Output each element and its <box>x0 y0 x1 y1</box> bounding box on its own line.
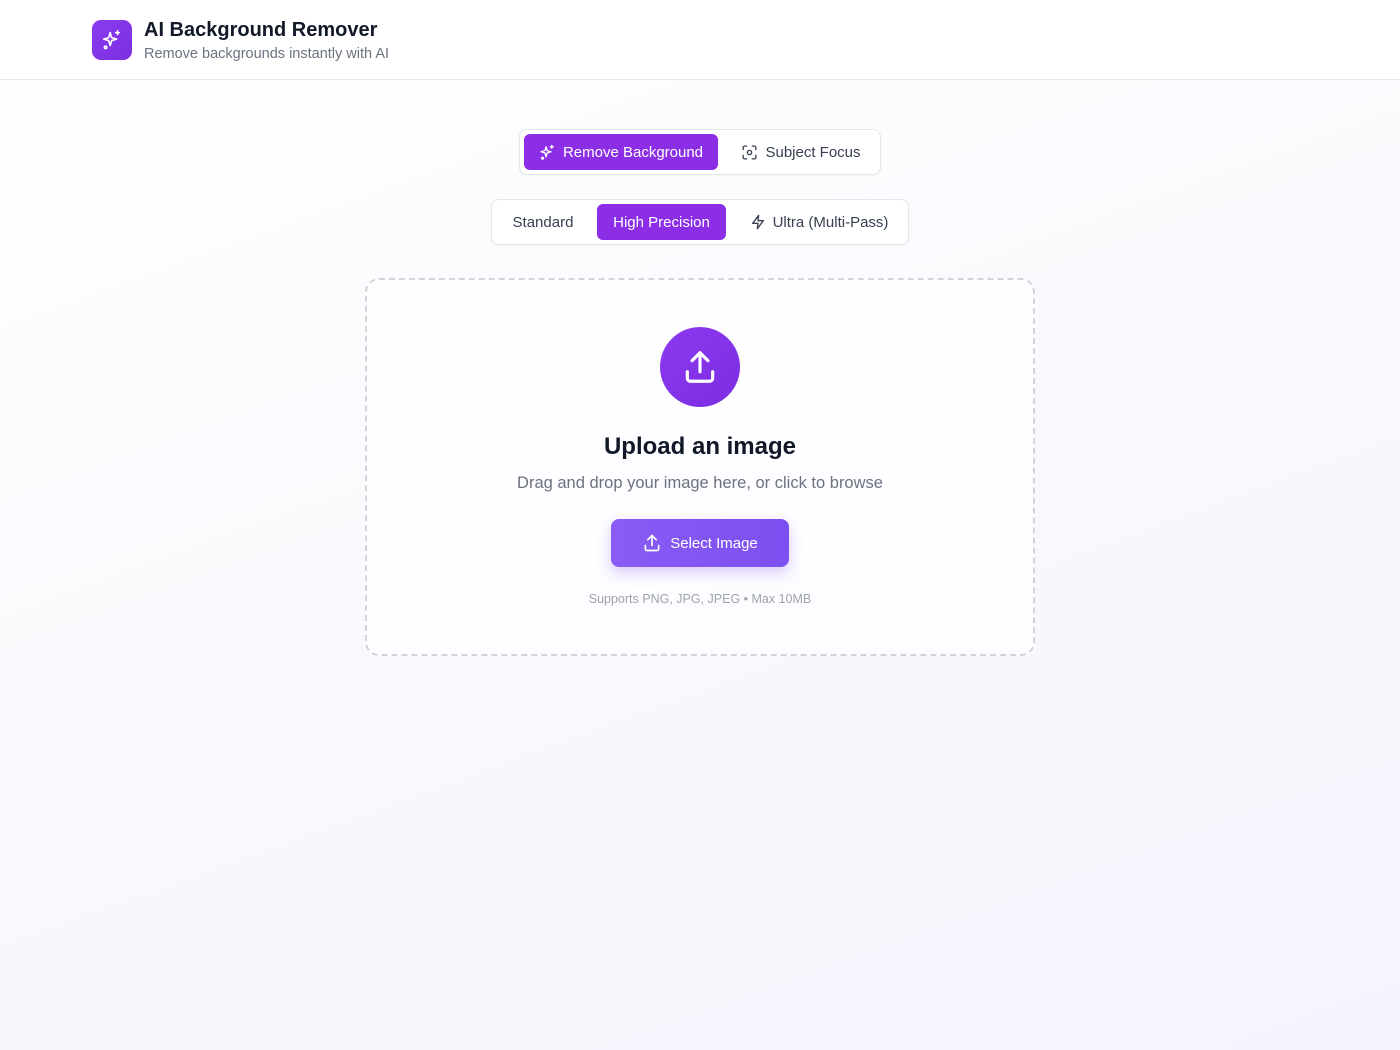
focus-scan-icon <box>741 144 765 161</box>
app-header: AI Background Remover Remove backgrounds… <box>0 0 1400 80</box>
select-image-label: Select Image <box>670 534 758 552</box>
upload-icon-circle <box>660 327 740 407</box>
tab-label: High Precision <box>613 213 710 231</box>
lightning-icon <box>750 214 773 230</box>
tab-label: Ultra (Multi-Pass) <box>772 213 889 231</box>
app-title: AI Background Remover <box>144 19 378 41</box>
upload-icon <box>681 348 719 386</box>
mode-selector: Remove Background Subject Focus <box>519 129 881 175</box>
tab-standard[interactable]: Standard <box>496 204 590 240</box>
tab-subject-focus[interactable]: Subject Focus <box>724 134 878 170</box>
app-subtitle: Remove backgrounds instantly with AI <box>144 46 390 62</box>
tab-high-precision[interactable]: High Precision <box>597 204 726 240</box>
tab-label: Subject Focus <box>765 143 861 161</box>
tab-ultra-multi-pass[interactable]: Ultra (Multi-Pass) <box>736 204 902 240</box>
tab-remove-background[interactable]: Remove Background <box>524 134 718 170</box>
quality-selector: Standard High Precision Ultra (Multi-Pas… <box>491 199 909 245</box>
select-image-button[interactable]: Select Image <box>611 519 789 567</box>
tab-label: Remove Background <box>562 143 704 161</box>
upload-title: Upload an image <box>603 433 797 460</box>
sparkles-icon <box>101 29 123 51</box>
sparkles-icon <box>539 144 563 161</box>
tab-label: Standard <box>512 213 574 231</box>
upload-description: Drag and drop your image here, or click … <box>517 474 883 492</box>
app-logo <box>92 20 132 60</box>
upload-icon <box>642 533 670 553</box>
supported-formats-text: Supports PNG, JPG, JPEG • Max 10MB <box>588 592 812 606</box>
